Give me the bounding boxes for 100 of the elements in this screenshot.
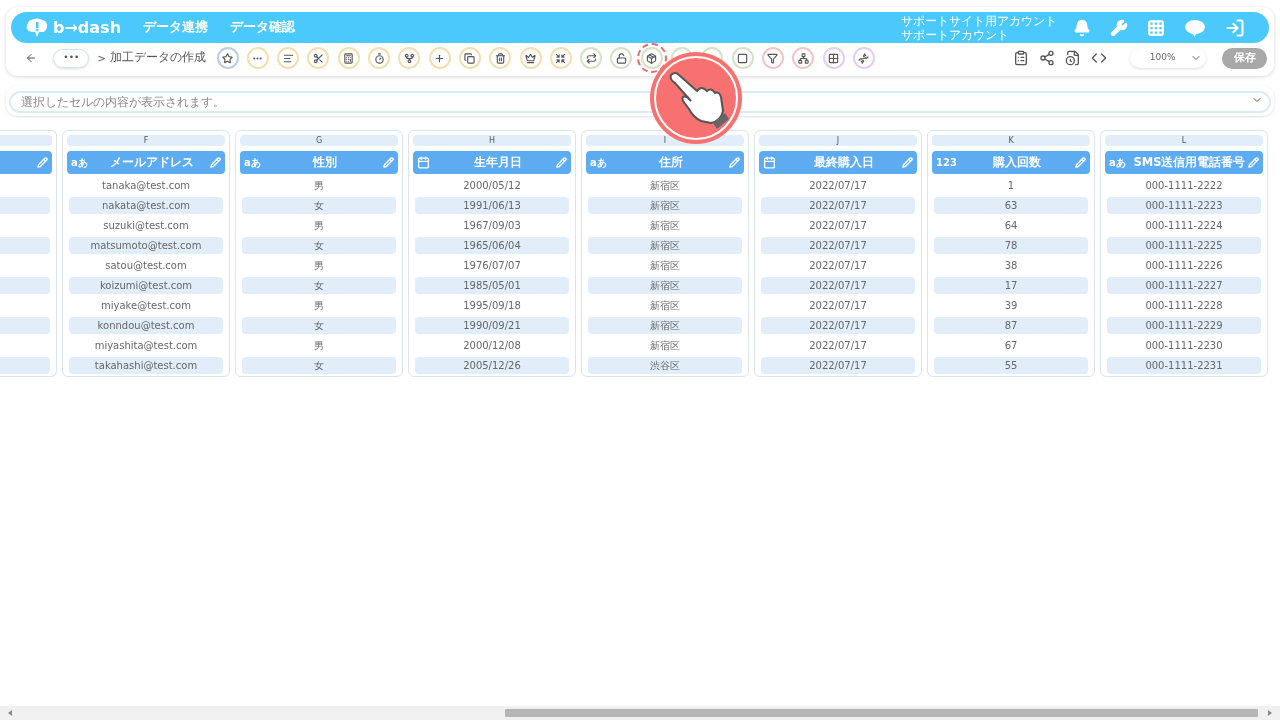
edit-icon[interactable] <box>210 157 221 168</box>
table-cell[interactable]: 2022/07/17 <box>761 217 915 234</box>
bell-icon[interactable] <box>1073 18 1091 37</box>
column-letter[interactable]: H <box>413 135 571 146</box>
table-cell[interactable]: 女 <box>242 237 396 254</box>
table-cell[interactable]: 2022/07/17 <box>761 237 915 254</box>
edit-icon[interactable] <box>1248 157 1259 168</box>
toolbar-button[interactable] <box>852 47 875 69</box>
table-cell[interactable]: 女 <box>242 277 396 294</box>
table-cell[interactable]: 1967/09/03 <box>415 217 569 234</box>
share-icon[interactable] <box>1039 50 1056 66</box>
table-cell[interactable]: 男 <box>242 297 396 314</box>
apps-grid-icon[interactable] <box>1147 18 1165 37</box>
toolbar-button[interactable] <box>519 47 542 69</box>
toolbar-button[interactable] <box>640 47 663 69</box>
table-cell[interactable]: 2022/07/17 <box>761 277 915 294</box>
table-cell[interactable] <box>0 357 50 374</box>
toolbar-button[interactable] <box>307 47 330 69</box>
table-cell[interactable]: miyashita@test.com <box>69 337 223 354</box>
code-icon[interactable] <box>1091 50 1108 66</box>
table-cell[interactable]: 1 <box>934 177 1088 194</box>
table-cell[interactable]: 1985/05/01 <box>415 277 569 294</box>
table-cell[interactable]: 000-1111-2226 <box>1107 257 1261 274</box>
edit-icon[interactable] <box>1075 157 1086 168</box>
table-cell[interactable]: 新宿区 <box>588 317 742 334</box>
edit-icon[interactable] <box>556 157 567 168</box>
table-cell[interactable] <box>0 197 50 214</box>
edit-icon[interactable] <box>729 157 740 168</box>
table-cell[interactable] <box>0 237 50 254</box>
table-cell[interactable]: 67 <box>934 337 1088 354</box>
column-letter[interactable]: K <box>932 135 1090 146</box>
table-cell[interactable]: 2022/07/17 <box>761 197 915 214</box>
table-cell[interactable]: 000-1111-2228 <box>1107 297 1261 314</box>
wrench-icon[interactable] <box>1110 18 1128 37</box>
table-cell[interactable]: 2022/07/17 <box>761 297 915 314</box>
table-cell[interactable]: 1991/06/13 <box>415 197 569 214</box>
table-cell[interactable]: 55 <box>934 357 1088 374</box>
table-cell[interactable]: 000-1111-2230 <box>1107 337 1261 354</box>
table-cell[interactable]: koizumi@test.com <box>69 277 223 294</box>
table-cell[interactable]: 新宿区 <box>588 177 742 194</box>
toolbar-button[interactable] <box>731 47 754 69</box>
toolbar-button[interactable] <box>761 47 784 69</box>
table-cell[interactable]: 新宿区 <box>588 337 742 354</box>
column-letter[interactable]: G <box>240 135 398 146</box>
table-cell[interactable]: 新宿区 <box>588 277 742 294</box>
table-cell[interactable]: konndou@test.com <box>69 317 223 334</box>
table-cell[interactable]: 1995/09/18 <box>415 297 569 314</box>
table-cell[interactable]: 2000/05/12 <box>415 177 569 194</box>
table-cell[interactable]: 17 <box>934 277 1088 294</box>
column-header[interactable] <box>0 151 52 174</box>
table-cell[interactable]: 000-1111-2231 <box>1107 357 1261 374</box>
toolbar-button[interactable] <box>277 47 300 69</box>
table-cell[interactable]: 新宿区 <box>588 237 742 254</box>
column-letter[interactable]: J <box>759 135 917 146</box>
cell-viewer-field[interactable]: 選択したセルの内容が表示されます。 <box>9 91 1271 113</box>
table-cell[interactable]: 87 <box>934 317 1088 334</box>
table-cell[interactable] <box>0 317 50 334</box>
table-cell[interactable]: 1990/09/21 <box>415 317 569 334</box>
table-cell[interactable]: 男 <box>242 217 396 234</box>
toolbar-button[interactable] <box>580 47 603 69</box>
history-icon[interactable] <box>1065 50 1082 66</box>
table-cell[interactable]: 000-1111-2227 <box>1107 277 1261 294</box>
table-cell[interactable]: 1965/06/04 <box>415 237 569 254</box>
edit-icon[interactable] <box>383 157 394 168</box>
table-cell[interactable]: 新宿区 <box>588 297 742 314</box>
table-cell[interactable]: matsumoto@test.com <box>69 237 223 254</box>
table-cell[interactable]: 2022/07/17 <box>761 177 915 194</box>
table-cell[interactable]: suzuki@test.com <box>69 217 223 234</box>
column-letter[interactable]: F <box>67 135 225 146</box>
logout-icon[interactable] <box>1225 17 1245 38</box>
table-cell[interactable]: nakata@test.com <box>69 197 223 214</box>
column-letter[interactable]: L <box>1105 135 1263 146</box>
table-cell[interactable]: 2022/07/17 <box>761 257 915 274</box>
toolbar-button[interactable] <box>458 47 481 69</box>
edit-icon[interactable] <box>902 157 913 168</box>
toolbar-button[interactable] <box>610 47 633 69</box>
table-cell[interactable]: miyake@test.com <box>69 297 223 314</box>
zoom-select[interactable]: 100% <box>1129 48 1206 68</box>
toolbar-button[interactable] <box>489 47 512 69</box>
table-cell[interactable]: 1976/07/07 <box>415 257 569 274</box>
table-cell[interactable]: tanaka@test.com <box>69 177 223 194</box>
table-cell[interactable]: 64 <box>934 217 1088 234</box>
toolbar-button[interactable] <box>368 47 391 69</box>
table-cell[interactable]: 2022/07/17 <box>761 357 915 374</box>
table-cell[interactable] <box>0 277 50 294</box>
back-icon[interactable] <box>25 52 37 64</box>
table-cell[interactable]: 女 <box>242 197 396 214</box>
toolbar-button[interactable] <box>428 47 451 69</box>
toolbar-button[interactable] <box>216 47 239 69</box>
toolbar-button[interactable] <box>398 47 421 69</box>
table-cell[interactable]: 39 <box>934 297 1088 314</box>
table-cell[interactable]: 2022/07/17 <box>761 337 915 354</box>
table-cell[interactable]: 女 <box>242 317 396 334</box>
table-cell[interactable]: satou@test.com <box>69 257 223 274</box>
edit-icon[interactable] <box>37 157 48 168</box>
table-cell[interactable]: 新宿区 <box>588 217 742 234</box>
toolbar-button[interactable] <box>337 47 360 69</box>
table-cell[interactable]: 男 <box>242 337 396 354</box>
table-cell[interactable]: 000-1111-2222 <box>1107 177 1261 194</box>
table-cell[interactable]: 渋谷区 <box>588 357 742 374</box>
